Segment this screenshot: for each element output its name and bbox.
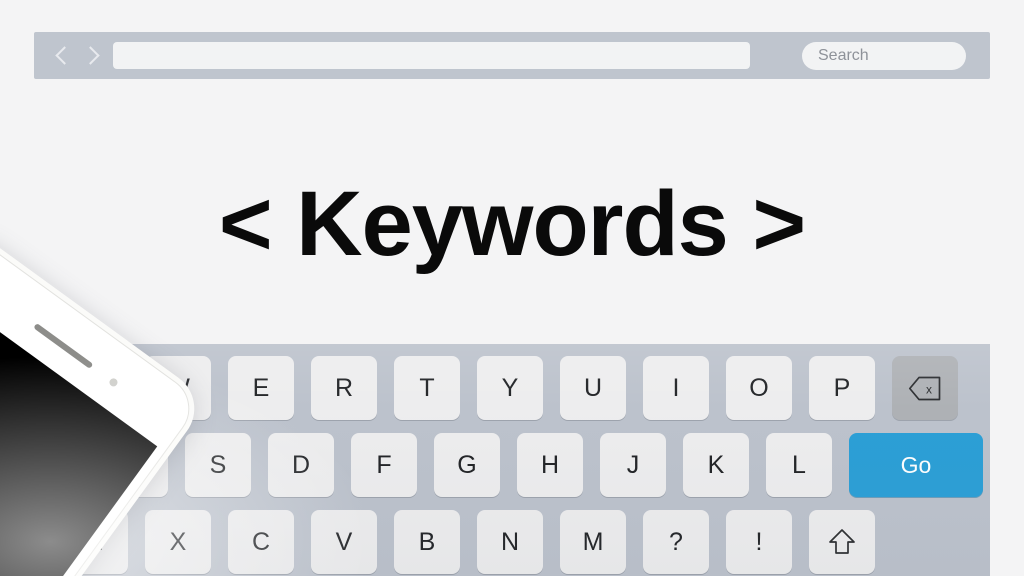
key-o[interactable]: O (726, 356, 792, 420)
key-e[interactable]: E (228, 356, 294, 420)
key-b[interactable]: B (394, 510, 460, 574)
navigation-arrows (56, 45, 95, 67)
key-go[interactable]: Go (849, 433, 983, 497)
key-f[interactable]: F (351, 433, 417, 497)
key-d[interactable]: D (268, 433, 334, 497)
address-bar-input[interactable] (113, 42, 750, 69)
key-v[interactable]: V (311, 510, 377, 574)
key-l[interactable]: L (766, 433, 832, 497)
screenshot-stage: < Keywords > QWERTYUIOPx ASDFGHJKLGo ZXC… (0, 0, 1024, 576)
key-shift[interactable] (809, 510, 875, 574)
keyboard-row-top: QWERTYUIOPx (62, 356, 975, 420)
key-u[interactable]: U (560, 356, 626, 420)
key-p[interactable]: P (809, 356, 875, 420)
key-question[interactable]: ? (643, 510, 709, 574)
phone-front-camera (107, 376, 120, 389)
key-g[interactable]: G (434, 433, 500, 497)
key-t[interactable]: T (394, 356, 460, 420)
key-n[interactable]: N (477, 510, 543, 574)
key-x[interactable]: X (145, 510, 211, 574)
browser-toolbar (34, 32, 1024, 79)
key-m[interactable]: M (560, 510, 626, 574)
key-c[interactable]: C (228, 510, 294, 574)
search-box[interactable] (802, 41, 1024, 70)
key-r[interactable]: R (311, 356, 377, 420)
backspace-delete-icon: x (908, 376, 941, 400)
key-k[interactable]: K (683, 433, 749, 497)
key-backspace[interactable]: x (892, 356, 958, 420)
keyboard-row-home: ASDFGHJKLGo (102, 433, 990, 497)
key-y[interactable]: Y (477, 356, 543, 420)
search-input[interactable] (818, 46, 1024, 65)
shift-arrow-up-icon (829, 529, 855, 554)
chevron-right-icon[interactable] (82, 45, 95, 67)
key-i[interactable]: I (643, 356, 709, 420)
key-j[interactable]: J (600, 433, 666, 497)
chevron-left-icon[interactable] (56, 45, 69, 67)
key-h[interactable]: H (517, 433, 583, 497)
svg-text:x: x (926, 382, 932, 396)
key-exclamation[interactable]: ! (726, 510, 792, 574)
key-s[interactable]: S (185, 433, 251, 497)
page-title: < Keywords > (218, 173, 806, 275)
keyboard-row-bottom: ZXCVBNM?! (62, 510, 892, 574)
